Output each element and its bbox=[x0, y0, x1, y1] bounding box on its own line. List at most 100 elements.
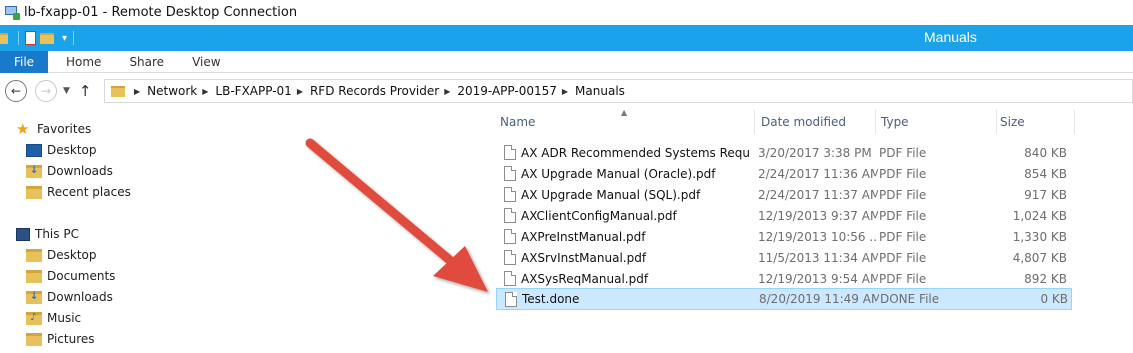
file-list: ▲ Name Date modified Type Size AX ADR Re… bbox=[490, 108, 1133, 353]
tab-home[interactable]: Home bbox=[48, 51, 115, 72]
nav-item-desktop[interactable]: Desktop bbox=[26, 143, 97, 157]
breadcrumb-network[interactable]: Network bbox=[147, 84, 197, 98]
file-date: 12/19/2013 9:37 AM bbox=[758, 208, 878, 223]
file-name: AXPreInstManual.pdf bbox=[521, 229, 646, 244]
nav-item-downloads[interactable]: Downloads bbox=[26, 164, 113, 178]
file-row[interactable]: AX ADR Recommended Systems Require... 3/… bbox=[496, 142, 1072, 163]
file-row[interactable]: AXClientConfigManual.pdf 12/19/2013 9:37… bbox=[496, 205, 1072, 226]
file-row[interactable]: AXSysReqManual.pdf 12/19/2013 9:54 AM PD… bbox=[496, 268, 1072, 289]
nav-item-recent-places[interactable]: Recent places bbox=[26, 185, 131, 199]
recent-places-icon bbox=[26, 185, 42, 199]
file-row[interactable]: AXPreInstManual.pdf 12/19/2013 10:56 ...… bbox=[496, 226, 1072, 247]
nav-item-pictures[interactable]: Pictures bbox=[26, 332, 95, 346]
navigation-bar: ← → ▼ ↑ ▶ Network ▶ LB-FXAPP-01 ▶ RFD Re… bbox=[0, 76, 1133, 106]
folder-icon[interactable] bbox=[0, 32, 8, 44]
chevron-right-icon[interactable]: ▶ bbox=[562, 87, 568, 96]
nav-item-label: Desktop bbox=[47, 143, 97, 157]
forward-button[interactable]: → bbox=[35, 80, 57, 102]
remote-desktop-icon bbox=[4, 5, 20, 20]
column-header-name[interactable]: Name bbox=[490, 110, 755, 134]
nav-item-label: Downloads bbox=[47, 290, 113, 304]
pdf-file-icon bbox=[504, 229, 516, 244]
separator bbox=[73, 31, 75, 45]
window-title: lb-fxapp-01 - Remote Desktop Connection bbox=[24, 4, 298, 20]
chevron-right-icon[interactable]: ▶ bbox=[202, 87, 208, 96]
tab-share[interactable]: Share bbox=[115, 51, 178, 72]
file-size: 4,807 KB bbox=[1012, 250, 1067, 265]
file-date: 12/19/2013 9:54 AM bbox=[758, 271, 878, 286]
file-name: AXClientConfigManual.pdf bbox=[521, 208, 677, 223]
rdp-title-bar: lb-fxapp-01 - Remote Desktop Connection bbox=[0, 0, 1133, 24]
nav-item-music[interactable]: Music bbox=[26, 311, 81, 325]
nav-item-pc-desktop[interactable]: Desktop bbox=[26, 248, 97, 262]
file-type: PDF File bbox=[879, 208, 927, 223]
file-name: Test.done bbox=[522, 292, 580, 306]
file-size: 917 KB bbox=[1024, 187, 1067, 202]
tab-file[interactable]: File bbox=[0, 51, 48, 73]
file-type: PDF File bbox=[879, 166, 927, 181]
file-size: 0 KB bbox=[1040, 292, 1068, 306]
file-size: 892 KB bbox=[1024, 271, 1067, 286]
nav-item-label: Pictures bbox=[47, 332, 95, 346]
column-header-size[interactable]: Size bbox=[992, 110, 1075, 134]
recent-locations-dropdown[interactable]: ▼ bbox=[63, 86, 70, 96]
up-button[interactable]: ↑ bbox=[79, 82, 92, 100]
file-date: 8/20/2019 11:49 AM bbox=[759, 292, 879, 306]
separator bbox=[18, 31, 19, 45]
file-type: PDF File bbox=[879, 187, 927, 202]
file-type: PDF File bbox=[879, 271, 927, 286]
file-row[interactable]: AXSrvInstManual.pdf 11/5/2013 11:34 AM P… bbox=[496, 247, 1072, 268]
chevron-right-icon[interactable]: ▶ bbox=[297, 87, 303, 96]
pdf-file-icon bbox=[504, 145, 516, 160]
nav-group-label: This PC bbox=[35, 227, 79, 241]
breadcrumb-folder[interactable]: 2019-APP-00157 bbox=[457, 84, 557, 98]
new-folder-icon[interactable] bbox=[40, 32, 54, 44]
properties-icon[interactable] bbox=[25, 31, 36, 45]
file-name: AX Upgrade Manual (Oracle).pdf bbox=[521, 166, 716, 181]
nav-item-pc-downloads[interactable]: Downloads bbox=[26, 290, 113, 304]
chevron-right-icon[interactable]: ▶ bbox=[444, 87, 450, 96]
address-bar[interactable]: ▶ Network ▶ LB-FXAPP-01 ▶ RFD Records Pr… bbox=[104, 79, 1133, 103]
file-size: 854 KB bbox=[1024, 166, 1067, 181]
folder-icon bbox=[26, 248, 42, 262]
file-type: PDF File bbox=[879, 145, 927, 160]
nav-item-label: Recent places bbox=[47, 185, 131, 199]
folder-icon bbox=[26, 269, 42, 283]
star-icon: ★ bbox=[16, 119, 30, 138]
file-row[interactable]: AX Upgrade Manual (Oracle).pdf 2/24/2017… bbox=[496, 163, 1072, 184]
breadcrumb-current[interactable]: Manuals bbox=[575, 84, 625, 98]
file-date: 2/24/2017 11:37 AM bbox=[758, 187, 878, 202]
ribbon-tabs: File Home Share View bbox=[0, 51, 1133, 73]
column-header-type[interactable]: Type bbox=[873, 110, 997, 134]
pdf-file-icon bbox=[504, 208, 516, 223]
explorer-title: Manuals bbox=[924, 29, 977, 45]
chevron-right-icon[interactable]: ▶ bbox=[134, 87, 140, 96]
quick-access-toolbar: ▾ bbox=[0, 25, 80, 51]
file-row-selected[interactable]: Test.done 8/20/2019 11:49 AM DONE File 0… bbox=[496, 288, 1072, 310]
nav-item-label: Desktop bbox=[47, 248, 97, 262]
file-size: 1,024 KB bbox=[1012, 208, 1067, 223]
customize-toolbar-dropdown[interactable]: ▾ bbox=[62, 33, 67, 44]
pdf-file-icon bbox=[504, 271, 516, 286]
back-button[interactable]: ← bbox=[5, 80, 27, 102]
file-row[interactable]: AX Upgrade Manual (SQL).pdf 2/24/2017 11… bbox=[496, 184, 1072, 205]
tab-view[interactable]: View bbox=[178, 51, 234, 72]
nav-group-favorites[interactable]: ★ Favorites bbox=[16, 119, 91, 138]
nav-group-this-pc[interactable]: This PC bbox=[16, 227, 79, 241]
column-header-date-modified[interactable]: Date modified bbox=[752, 110, 876, 134]
file-name: AX ADR Recommended Systems Require... bbox=[521, 145, 749, 160]
navigation-pane: ★ Favorites Desktop Downloads Recent pla… bbox=[0, 112, 480, 353]
file-date: 3/20/2017 3:38 PM bbox=[758, 145, 872, 160]
breadcrumb-server[interactable]: LB-FXAPP-01 bbox=[215, 84, 291, 98]
file-date: 12/19/2013 10:56 ... bbox=[758, 229, 878, 244]
pictures-folder-icon bbox=[26, 332, 42, 346]
breadcrumb-share[interactable]: RFD Records Provider bbox=[310, 84, 439, 98]
nav-item-label: Downloads bbox=[47, 164, 113, 178]
file-icon bbox=[505, 291, 517, 307]
explorer-title-bar: ▾ Manuals bbox=[0, 25, 1133, 51]
downloads-folder-icon bbox=[26, 164, 42, 178]
nav-item-label: Documents bbox=[47, 269, 116, 283]
nav-item-documents[interactable]: Documents bbox=[26, 269, 115, 283]
file-name: AXSysReqManual.pdf bbox=[521, 271, 649, 286]
folder-icon bbox=[111, 85, 125, 97]
